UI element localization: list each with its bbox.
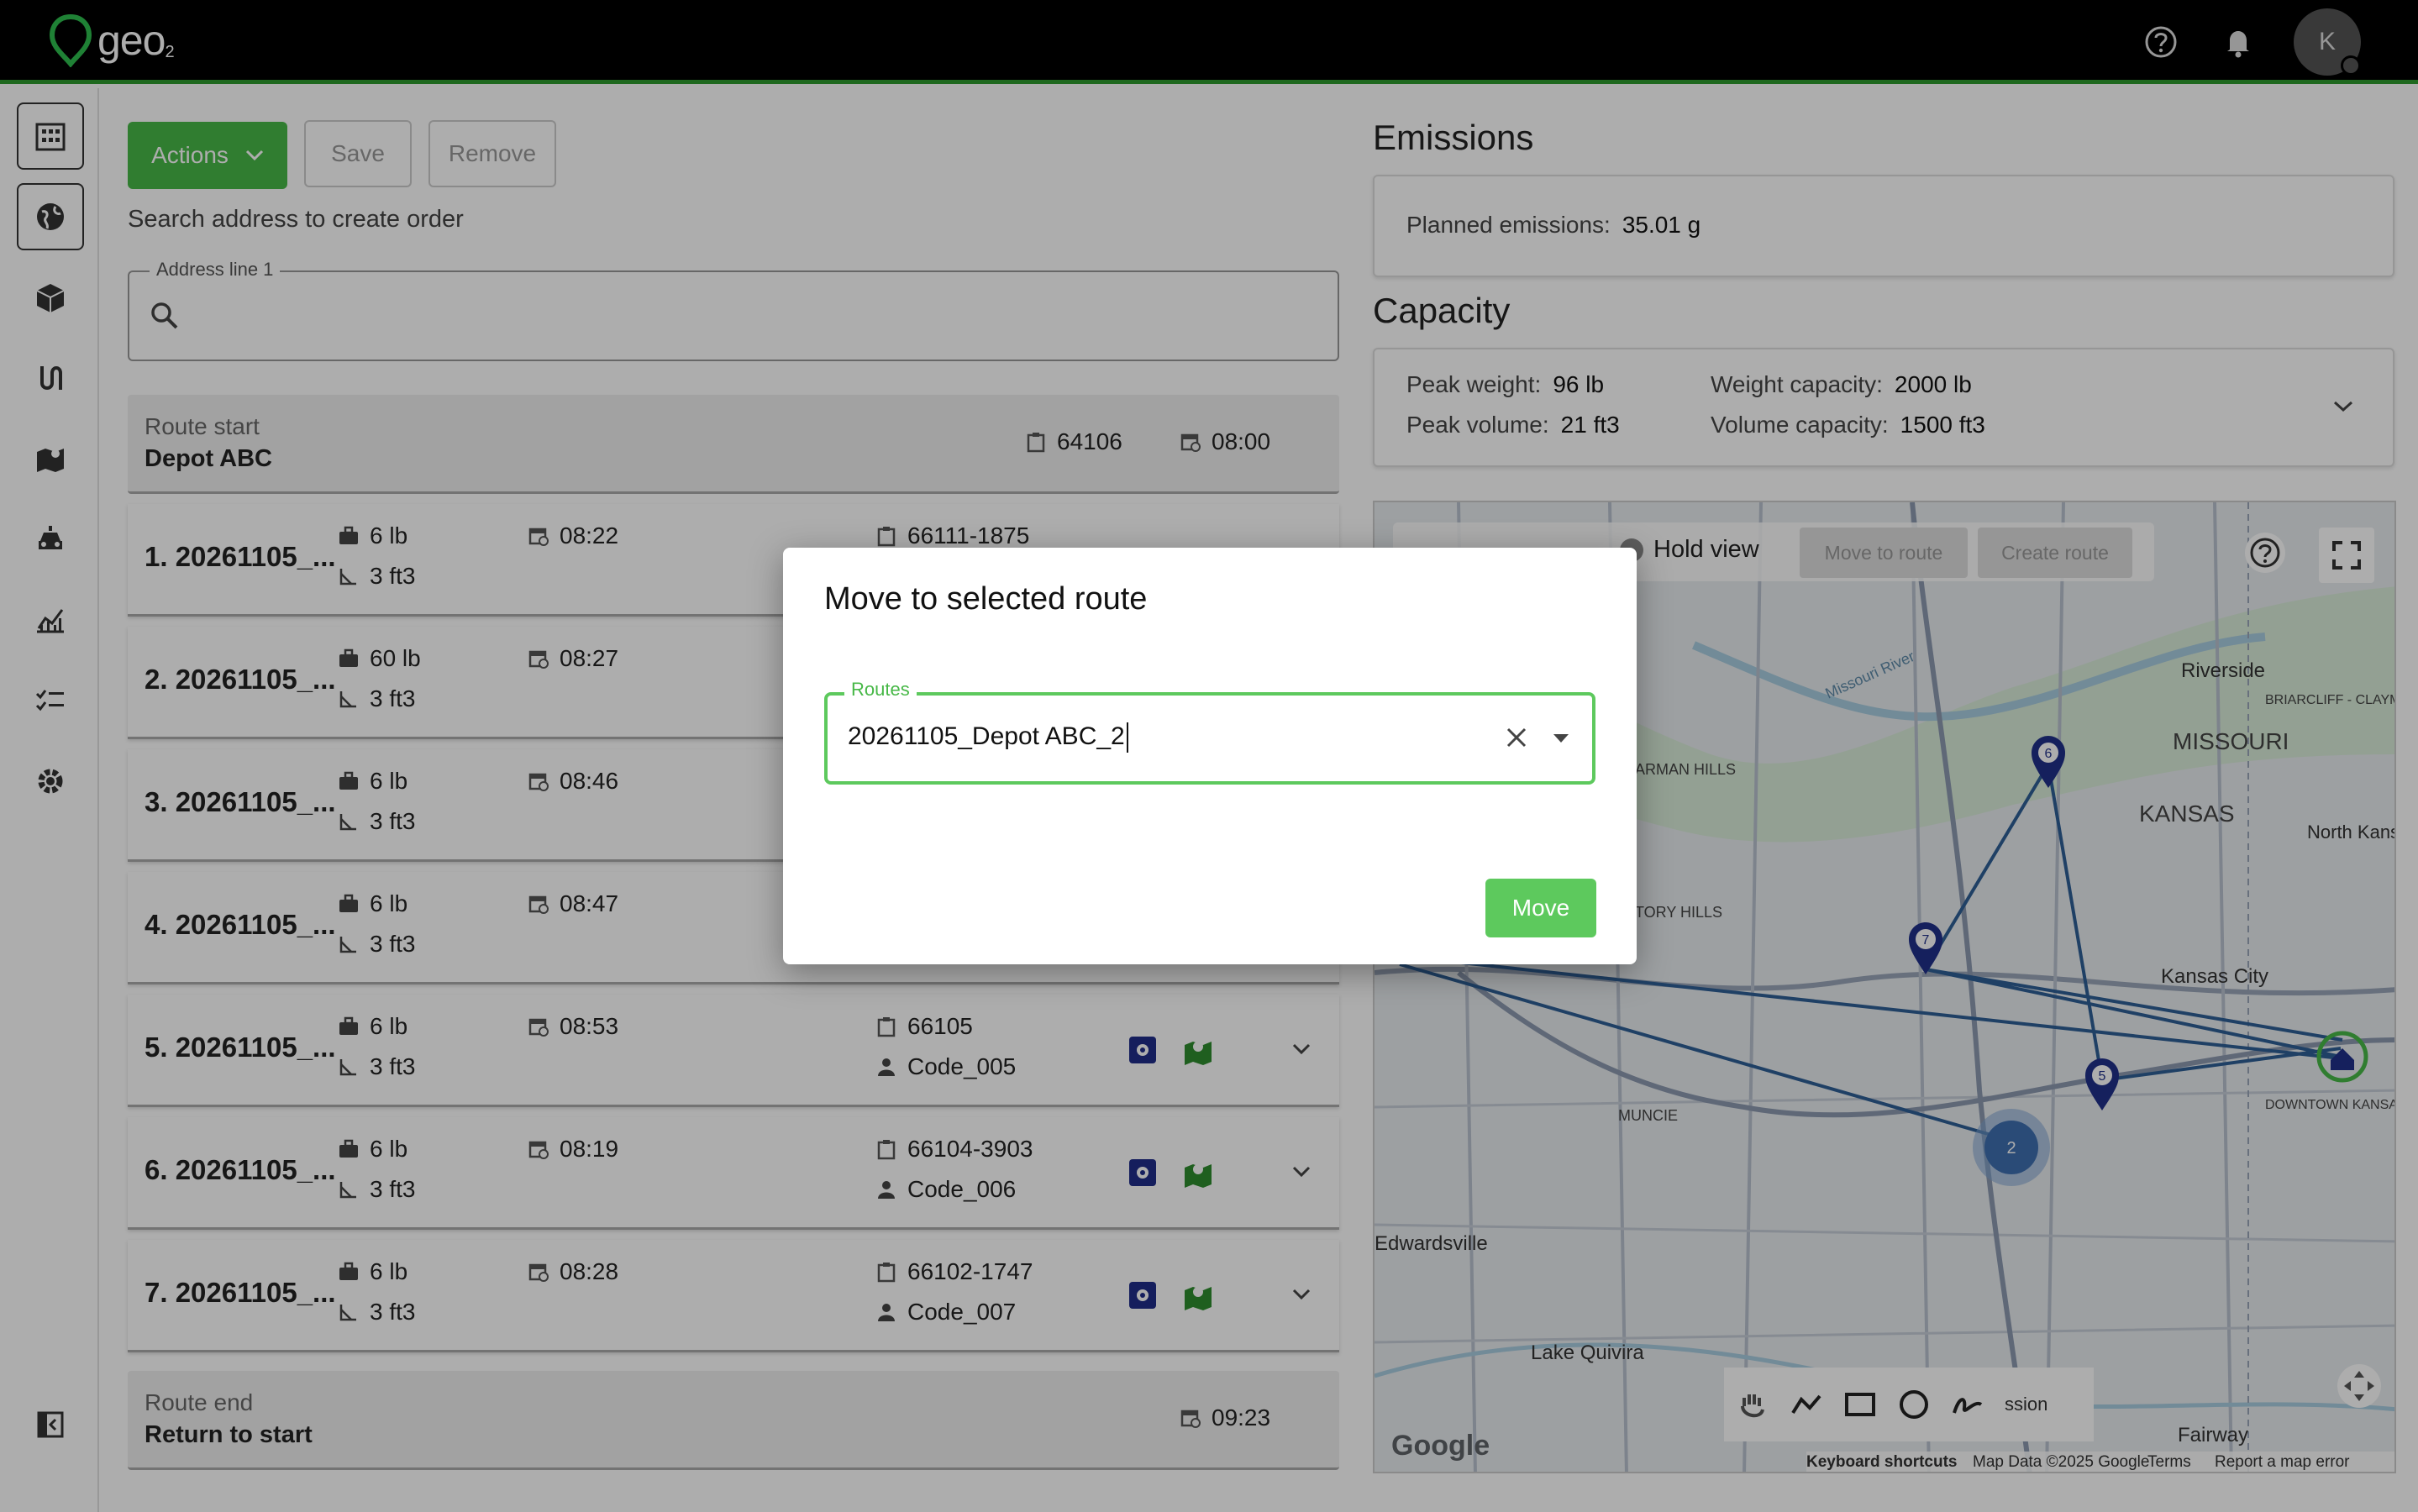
dropdown-arrow-icon[interactable]	[1550, 727, 1572, 748]
dialog-title: Move to selected route	[824, 581, 1148, 617]
text-caret	[1126, 722, 1128, 753]
routes-value-wrap[interactable]: 20261105_Depot ABC_2	[848, 722, 1128, 753]
move-button[interactable]: Move	[1485, 879, 1596, 937]
routes-label: Routes	[844, 679, 917, 701]
routes-select[interactable]: Routes 20261105_Depot ABC_2	[824, 679, 1595, 785]
close-icon[interactable]	[1501, 722, 1532, 753]
move-route-dialog: Move to selected route Routes 20261105_D…	[783, 548, 1637, 964]
routes-value: 20261105_Depot ABC_2	[848, 722, 1125, 750]
